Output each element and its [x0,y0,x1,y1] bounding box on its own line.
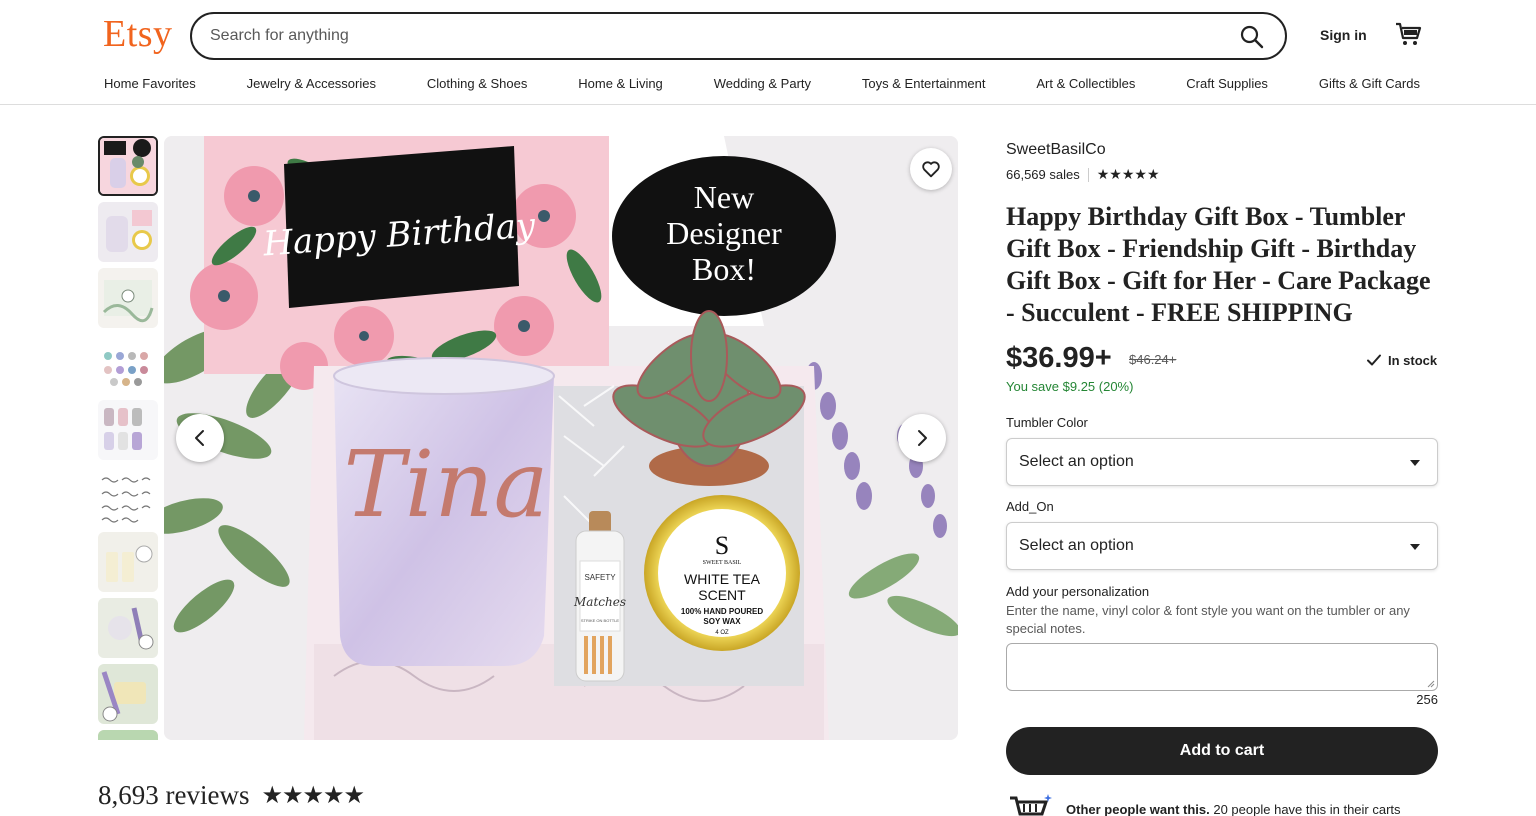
nav-item-jewelry[interactable]: Jewelry & Accessories [247,76,376,94]
char-counter: 256 [1416,692,1438,707]
thumbnail-9[interactable] [98,664,158,724]
stock-status: In stock [1366,352,1437,368]
badge-line-2: Designer [666,215,782,251]
badge-line-3: Box! [692,251,756,287]
search-icon[interactable] [1239,24,1265,50]
savings-text: You save $9.25 (20%) [1006,379,1134,394]
search-input[interactable] [210,14,1210,58]
heart-icon [922,161,940,178]
add-on-label: Add_On [1006,499,1054,514]
checkmark-icon [1367,354,1381,366]
thumbnail-6[interactable] [98,466,158,526]
thumbnail-1[interactable] [98,136,158,196]
thumbnail-7[interactable] [98,532,158,592]
main-product-image[interactable]: Happy Birthday New Designer Box! Tina SA… [164,136,958,740]
badge-line-1: New [694,179,754,215]
nav-item-wedding[interactable]: Wedding & Party [714,76,811,94]
nav-item-clothing[interactable]: Clothing & Shoes [427,76,527,94]
cart-demand-icon [1010,794,1052,816]
thumbnail-8[interactable] [98,598,158,658]
reviews-summary: 8,693 reviews ★★★★★ [98,780,365,811]
thumbnail-10[interactable] [98,730,158,740]
shop-name-link[interactable]: SweetBasilCo [1006,141,1106,159]
original-price: $46.24+ [1129,352,1177,367]
search-bar[interactable] [190,12,1287,60]
candle-line-3: 100% HAND POURED [681,607,763,616]
sales-count: 66,569 sales [1006,167,1080,182]
nav-item-home-living[interactable]: Home & Living [578,76,663,94]
product-title: Happy Birthday Gift Box - Tumbler Gift B… [1006,202,1431,327]
candle-logo-text: S [715,531,729,560]
tumbler-name-text: Tina [344,431,549,538]
stock-label: In stock [1388,352,1438,368]
cart-icon[interactable] [1394,20,1422,48]
chevron-right-icon [918,430,927,446]
favorite-button[interactable] [910,148,952,190]
nav-item-craft[interactable]: Craft Supplies [1186,76,1268,94]
previous-image-button[interactable] [176,414,224,462]
sign-in-link[interactable]: Sign in [1320,27,1367,43]
product-price: $36.99+ [1006,342,1112,374]
thumbnail-2[interactable] [98,202,158,262]
personalization-help: Enter the name, vinyl color & font style… [1006,603,1410,636]
tumbler-color-value: Select an option [1019,453,1134,470]
nav-item-art[interactable]: Art & Collectibles [1036,76,1135,94]
thumbnail-4[interactable] [98,334,158,394]
matches-top-text: SAFETY [584,573,616,582]
thumbnail-strip [98,136,158,740]
sales-rating-row: 66,569 sales ★★★★★ [1006,166,1160,183]
nav-item-home-favorites[interactable]: Home Favorites [104,76,196,94]
nav-item-gifts[interactable]: Gifts & Gift Cards [1319,76,1420,94]
candle-line-1: WHITE TEA [684,571,761,587]
shop-rating-stars[interactable]: ★★★★★ [1097,166,1160,183]
site-header: Etsy Sign in Home Favorites Jewelry & Ac… [0,0,1536,105]
review-count[interactable]: 8,693 reviews [98,780,249,811]
thumbnail-3[interactable] [98,268,158,328]
personalization-textarea[interactable] [1006,643,1438,691]
nav-item-toys[interactable]: Toys & Entertainment [862,76,986,94]
matches-bottom-text: STRIKE ON BOTTLE [581,618,620,623]
next-image-button[interactable] [898,414,946,462]
demand-text: Other people want this. 20 people have t… [1066,802,1401,816]
demand-text-rest: 20 people have this in their carts [1209,802,1401,816]
tumbler-color-select[interactable]: Select an option [1006,438,1438,486]
resize-handle-icon[interactable] [1427,680,1435,688]
divider [1087,167,1089,182]
add-to-cart-button[interactable]: Add to cart [1006,727,1438,775]
chevron-left-icon [195,430,204,446]
thumbnail-5[interactable] [98,400,158,460]
candle-line-5: 4 OZ [715,630,729,636]
add-on-select[interactable]: Select an option [1006,522,1438,570]
candle-line-2: SCENT [698,587,746,603]
matches-label-text: Matches [573,595,626,609]
etsy-logo[interactable]: Etsy [103,12,173,56]
caret-down-icon [1410,544,1420,550]
demand-text-bold: Other people want this. [1066,802,1210,816]
caret-down-icon [1410,460,1420,466]
personalization-label: Add your personalization [1006,584,1150,599]
tumbler-color-label: Tumbler Color [1006,415,1088,430]
demand-notice: Other people want this. 20 people have t… [1006,794,1436,816]
candle-brand-text: SWEET BASIL [703,560,742,566]
candle-line-4: SOY WAX [703,617,741,626]
category-nav: Home Favorites Jewelry & Accessories Clo… [104,76,1420,94]
add-on-value: Select an option [1019,537,1134,554]
review-stars: ★★★★★ [261,782,365,809]
